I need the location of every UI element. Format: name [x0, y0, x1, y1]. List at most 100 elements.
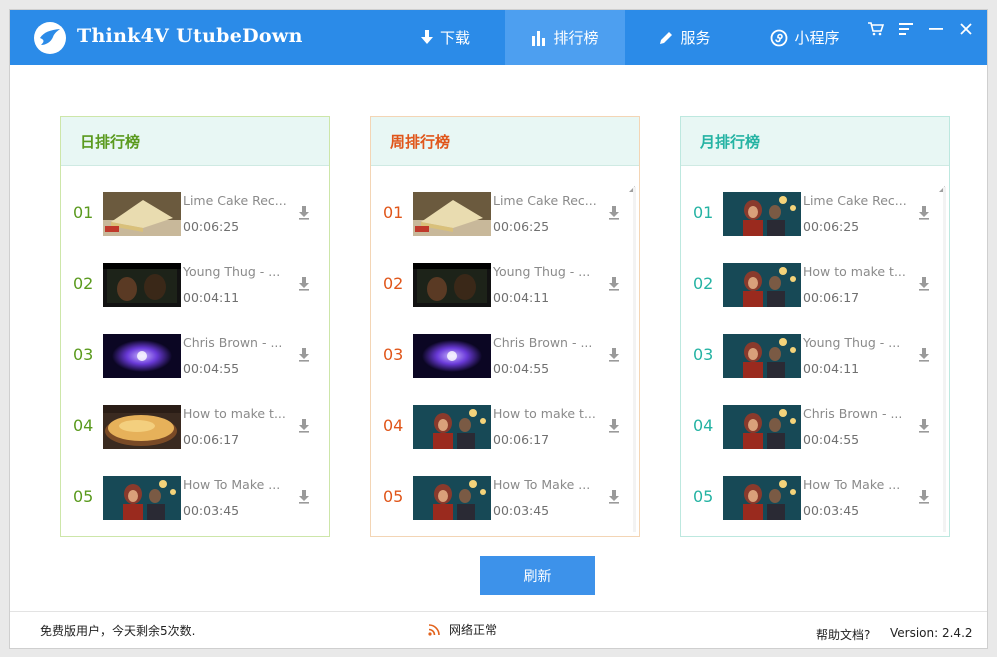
video-thumbnail[interactable] — [413, 476, 491, 520]
video-thumbnail[interactable] — [413, 334, 491, 378]
video-thumbnail[interactable] — [723, 405, 801, 449]
video-title: How to make t... — [493, 406, 596, 421]
download-icon[interactable] — [607, 489, 621, 505]
video-title: How to make t... — [183, 406, 286, 421]
ranking-row[interactable]: 02 Young Thug - ... 00:04:11 — [61, 260, 329, 310]
cart-icon[interactable] — [867, 20, 885, 38]
video-title: Chris Brown - ... — [183, 335, 283, 350]
nav-ranking[interactable]: 排行榜 — [505, 10, 625, 65]
scroll-corner-icon — [939, 177, 945, 192]
app-logo-icon — [34, 22, 66, 54]
video-thumbnail[interactable] — [103, 334, 181, 378]
app-window: Think4V UtubeDown 下载 排行榜 服务 小程序 日排行榜 01 … — [9, 9, 988, 649]
download-icon[interactable] — [917, 205, 931, 221]
rank-number: 02 — [383, 274, 404, 293]
ranking-row[interactable]: 02 How to make t... 00:06:17 — [681, 260, 949, 310]
download-icon[interactable] — [917, 276, 931, 292]
daily-ranking-panel: 日排行榜 01 Lime Cake Rec... 00:06:25 02 Young T… — [60, 116, 330, 537]
help-docs-link[interactable]: 帮助文档? — [816, 626, 870, 643]
download-icon[interactable] — [917, 489, 931, 505]
video-duration: 00:06:25 — [493, 219, 550, 234]
network-status: 网络正常 — [428, 621, 497, 638]
ranking-row[interactable]: 04 How to make t... 00:06:17 — [61, 402, 329, 452]
download-icon[interactable] — [297, 276, 311, 292]
download-icon[interactable] — [297, 489, 311, 505]
video-duration: 00:04:55 — [493, 361, 550, 376]
download-icon[interactable] — [917, 418, 931, 434]
rank-number: 03 — [73, 345, 94, 364]
rank-number: 05 — [383, 487, 404, 506]
video-duration: 00:04:55 — [183, 361, 240, 376]
video-thumbnail[interactable] — [723, 476, 801, 520]
status-bar: 免费版用户，今天剩余5次数. 网络正常 帮助文档? Version: 2.4.2 — [10, 611, 987, 648]
ranking-row[interactable]: 01 Lime Cake Rec... 00:06:25 — [681, 189, 949, 239]
nav-service[interactable]: 服务 — [625, 10, 745, 65]
nav-service-label: 服务 — [680, 29, 711, 47]
video-duration: 00:06:17 — [183, 432, 240, 447]
video-title: How to make t... — [803, 264, 906, 279]
video-title: Lime Cake Rec... — [493, 193, 597, 208]
wifi-icon — [428, 623, 441, 636]
video-thumbnail[interactable] — [103, 263, 181, 307]
main-nav: 下载 排行榜 服务 小程序 — [385, 10, 865, 65]
user-quota-text: 免费版用户，今天剩余5次数. — [40, 624, 196, 638]
nav-ranking-label: 排行榜 — [553, 29, 599, 47]
video-thumbnail[interactable] — [413, 192, 491, 236]
video-thumbnail[interactable] — [413, 405, 491, 449]
download-icon[interactable] — [297, 205, 311, 221]
video-thumbnail[interactable] — [723, 334, 801, 378]
video-duration: 00:04:11 — [803, 361, 860, 376]
mini-program-icon — [770, 29, 788, 47]
version-label: Version: 2.4.2 — [890, 626, 973, 640]
app-title: Think4V UtubeDown — [77, 25, 303, 47]
monthly-ranking-panel: 月排行榜 01 Lime Cake Rec... 00:06:25 02 How to … — [680, 116, 950, 537]
video-duration: 00:04:11 — [183, 290, 240, 305]
nav-mini-program[interactable]: 小程序 — [745, 10, 865, 65]
close-icon[interactable] — [957, 20, 975, 38]
ranking-row[interactable]: 02 Young Thug - ... 00:04:11 — [371, 260, 639, 310]
video-thumbnail[interactable] — [103, 476, 181, 520]
video-thumbnail[interactable] — [413, 263, 491, 307]
download-icon — [420, 29, 434, 46]
video-title: Lime Cake Rec... — [183, 193, 287, 208]
menu-icon[interactable] — [897, 20, 915, 38]
ranking-row[interactable]: 04 Chris Brown - ... 00:04:55 — [681, 402, 949, 452]
video-thumbnail[interactable] — [103, 405, 181, 449]
video-duration: 00:04:55 — [803, 432, 860, 447]
ranking-row[interactable]: 01 Lime Cake Rec... 00:06:25 — [371, 189, 639, 239]
nav-download-label: 下载 — [439, 29, 470, 47]
ranking-row[interactable]: 05 How To Make ... 00:03:45 — [61, 473, 329, 523]
minimize-icon[interactable] — [927, 20, 945, 38]
video-title: Young Thug - ... — [183, 264, 281, 279]
download-icon[interactable] — [607, 276, 621, 292]
video-duration: 00:06:17 — [493, 432, 550, 447]
download-icon[interactable] — [297, 347, 311, 363]
video-title: Young Thug - ... — [803, 335, 901, 350]
ranking-row[interactable]: 03 Young Thug - ... 00:04:11 — [681, 331, 949, 381]
refresh-button[interactable]: 刷新 — [480, 556, 595, 595]
download-icon[interactable] — [917, 347, 931, 363]
ranking-row[interactable]: 03 Chris Brown - ... 00:04:55 — [61, 331, 329, 381]
video-duration: 00:06:25 — [183, 219, 240, 234]
ranking-row[interactable]: 05 How To Make ... 00:03:45 — [681, 473, 949, 523]
download-icon[interactable] — [607, 418, 621, 434]
video-duration: 00:06:17 — [803, 290, 860, 305]
ranking-row[interactable]: 05 How To Make ... 00:03:45 — [371, 473, 639, 523]
network-status-label: 网络正常 — [449, 623, 498, 637]
rank-number: 03 — [693, 345, 714, 364]
video-thumbnail[interactable] — [723, 263, 801, 307]
ranking-row[interactable]: 01 Lime Cake Rec... 00:06:25 — [61, 189, 329, 239]
video-title: How To Make ... — [493, 477, 591, 492]
download-icon[interactable] — [607, 347, 621, 363]
download-icon[interactable] — [297, 418, 311, 434]
ranking-row[interactable]: 03 Chris Brown - ... 00:04:55 — [371, 331, 639, 381]
nav-download[interactable]: 下载 — [385, 10, 505, 65]
scroll-corner-icon — [629, 177, 635, 192]
video-thumbnail[interactable] — [103, 192, 181, 236]
ranking-row[interactable]: 04 How to make t... 00:06:17 — [371, 402, 639, 452]
download-icon[interactable] — [607, 205, 621, 221]
rank-number: 01 — [693, 203, 714, 222]
panel-title: 月排行榜 — [681, 117, 949, 166]
video-thumbnail[interactable] — [723, 192, 801, 236]
video-title: How To Make ... — [803, 477, 901, 492]
